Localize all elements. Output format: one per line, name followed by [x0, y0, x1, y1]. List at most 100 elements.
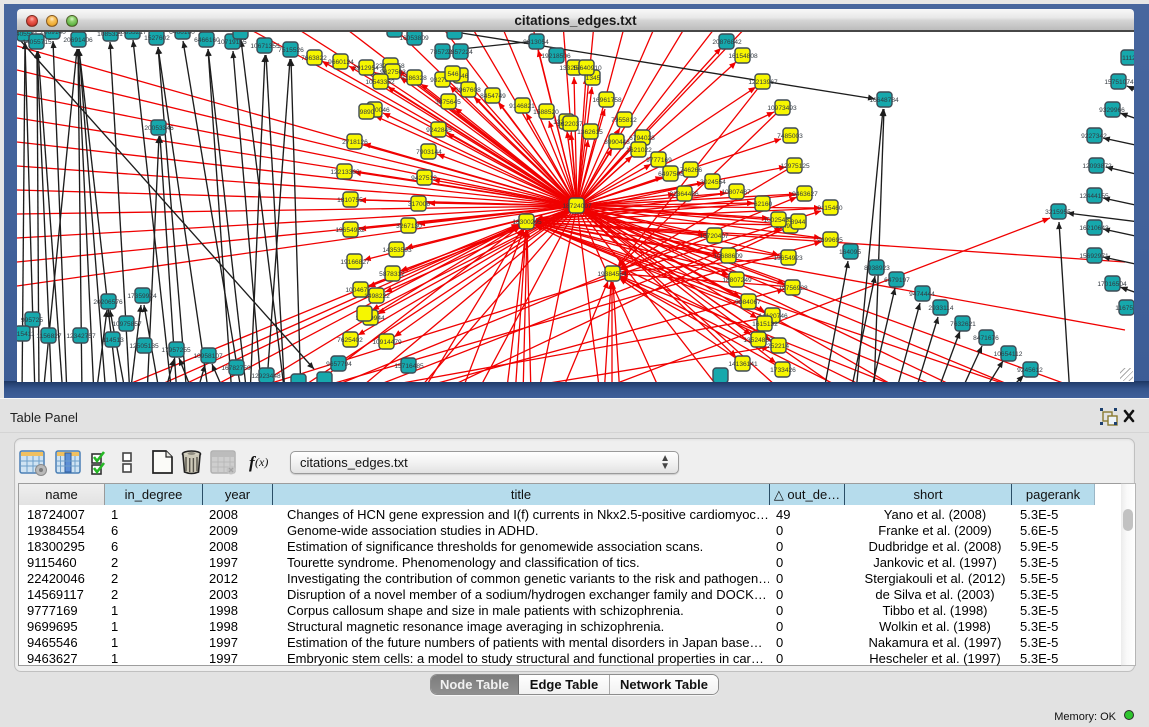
svg-text:16648784: 16648784 [869, 97, 899, 104]
svg-text:2933114: 2933114 [928, 305, 954, 312]
svg-text:12213363: 12213363 [330, 169, 360, 176]
svg-text:10975857: 10975857 [112, 321, 142, 328]
svg-text:8186328: 8186328 [401, 75, 427, 82]
svg-text:17957255: 17957255 [161, 347, 191, 354]
svg-text:7485003: 7485003 [777, 133, 803, 140]
svg-text:16053809: 16053809 [399, 35, 429, 42]
svg-text:1156827: 1156827 [36, 333, 62, 340]
svg-text:9890: 9890 [360, 109, 375, 116]
svg-text:7625402: 7625402 [337, 337, 363, 344]
svg-text:16961758: 16961758 [592, 97, 622, 104]
svg-text:6479197: 6479197 [884, 277, 910, 284]
svg-text:9329966: 9329966 [1099, 107, 1125, 114]
svg-text:21364436: 21364436 [669, 191, 699, 198]
svg-text:8990448: 8990448 [604, 139, 630, 146]
svg-text:7663822: 7663822 [301, 55, 327, 62]
svg-text:1498222: 1498222 [364, 293, 390, 300]
svg-text:10671355: 10671355 [250, 43, 280, 50]
svg-text:1810755: 1810755 [337, 197, 363, 204]
svg-text:7955812: 7955812 [611, 117, 637, 124]
svg-text:10543362: 10543362 [365, 79, 395, 86]
svg-text:19756928: 19756928 [778, 285, 808, 292]
svg-text:19384554: 19384554 [597, 271, 627, 278]
svg-text:3215955: 3215955 [1045, 209, 1071, 216]
svg-text:15716485: 15716485 [394, 363, 424, 370]
svg-text:15751074: 15751074 [1104, 79, 1134, 86]
svg-text:317006: 317006 [408, 201, 430, 208]
svg-text:7903144: 7903144 [416, 149, 442, 156]
svg-text:9084067: 9084067 [735, 299, 761, 306]
svg-text:1527602: 1527602 [144, 35, 170, 42]
svg-text:14353593: 14353593 [382, 247, 412, 254]
svg-text:10914479: 10914479 [372, 339, 402, 346]
svg-text:9657794: 9657794 [326, 361, 352, 368]
svg-text:17016504: 17016504 [1097, 281, 1127, 288]
svg-text:12923448: 12923448 [251, 373, 281, 380]
svg-text:1345: 1345 [586, 75, 601, 82]
svg-text:18300295: 18300295 [512, 219, 542, 226]
svg-text:2967608: 2967608 [455, 87, 481, 94]
svg-text:6466160: 6466160 [194, 37, 220, 44]
svg-text:9115460: 9115460 [817, 205, 843, 212]
svg-text:1621022: 1621022 [626, 147, 652, 154]
svg-text:10025433: 10025433 [763, 217, 793, 224]
svg-text:3875645: 3875645 [435, 99, 461, 106]
svg-text:10654112: 10654112 [994, 351, 1023, 358]
svg-text:2069140: 2069140 [40, 32, 66, 36]
svg-text:2718126: 2718126 [342, 139, 368, 146]
svg-text:6466160: 6466160 [169, 32, 195, 36]
svg-text:15692971: 15692971 [1079, 253, 1109, 260]
svg-text:12213967: 12213967 [748, 79, 778, 86]
svg-text:9227342: 9227342 [1081, 133, 1107, 140]
svg-text:8944: 8944 [791, 219, 806, 226]
svg-text:20053346: 20053346 [144, 125, 174, 132]
svg-text:1615132: 1615132 [752, 321, 778, 328]
svg-text:16782759: 16782759 [221, 365, 251, 372]
svg-text:12093872: 12093872 [1082, 163, 1112, 170]
svg-text:7515526: 7515526 [278, 47, 304, 54]
svg-text:10807487: 10807487 [721, 189, 751, 196]
svg-text:18640910: 18640910 [572, 65, 602, 72]
svg-text:9146821: 9146821 [509, 103, 535, 110]
svg-text:546: 546 [447, 71, 458, 78]
svg-text:8471676: 8471676 [973, 335, 999, 342]
svg-text:10719155: 10719155 [217, 39, 247, 46]
svg-text:19654923: 19654923 [773, 255, 803, 262]
svg-text:8454749: 8454749 [480, 93, 506, 100]
svg-text:12342757: 12342757 [66, 333, 96, 340]
svg-text:18807249: 18807249 [722, 277, 752, 284]
svg-text:5878312: 5878312 [379, 271, 405, 278]
svg-text:17359924: 17359924 [127, 293, 157, 300]
svg-text:252214: 252214 [767, 343, 789, 350]
svg-text:3915411: 3915411 [17, 331, 35, 338]
svg-text:9242845: 9242845 [426, 127, 452, 134]
svg-text:20876842: 20876842 [712, 39, 742, 46]
svg-text:9474444: 9474444 [909, 291, 935, 298]
svg-text:19218506: 19218506 [541, 53, 571, 60]
svg-text:3267130: 3267130 [396, 223, 422, 230]
svg-text:12505135: 12505135 [129, 343, 159, 350]
svg-text:10853217: 10853217 [117, 32, 147, 36]
svg-text:1362615: 1362615 [577, 129, 603, 136]
svg-text:20206576: 20206576 [93, 299, 123, 306]
svg-text:7857224: 7857224 [447, 49, 473, 56]
svg-text:3822037: 3822037 [557, 121, 583, 128]
svg-text:8938923: 8938923 [864, 265, 890, 272]
svg-text:18724007: 18724007 [562, 203, 592, 210]
svg-text:3024554: 3024554 [700, 179, 726, 186]
svg-text:62160: 62160 [754, 201, 773, 208]
svg-text:12975125: 12975125 [780, 163, 810, 170]
svg-text:7632621: 7632621 [950, 321, 976, 328]
svg-text:9699695: 9699695 [817, 237, 843, 244]
svg-text:20691406: 20691406 [63, 37, 93, 44]
svg-text:9427512: 9427512 [411, 175, 437, 182]
svg-text:116753: 116753 [1115, 305, 1134, 312]
svg-text:10973493: 10973493 [767, 105, 797, 112]
svg-text:14136141: 14136141 [728, 361, 758, 368]
svg-text:995725: 995725 [21, 317, 43, 324]
svg-text:14055715: 14055715 [22, 39, 52, 46]
svg-text:10688609: 10688609 [713, 253, 743, 260]
svg-text:114513: 114513 [102, 337, 124, 344]
svg-text:16154808: 16154808 [728, 53, 758, 60]
svg-text:16210643: 16210643 [1079, 225, 1109, 232]
